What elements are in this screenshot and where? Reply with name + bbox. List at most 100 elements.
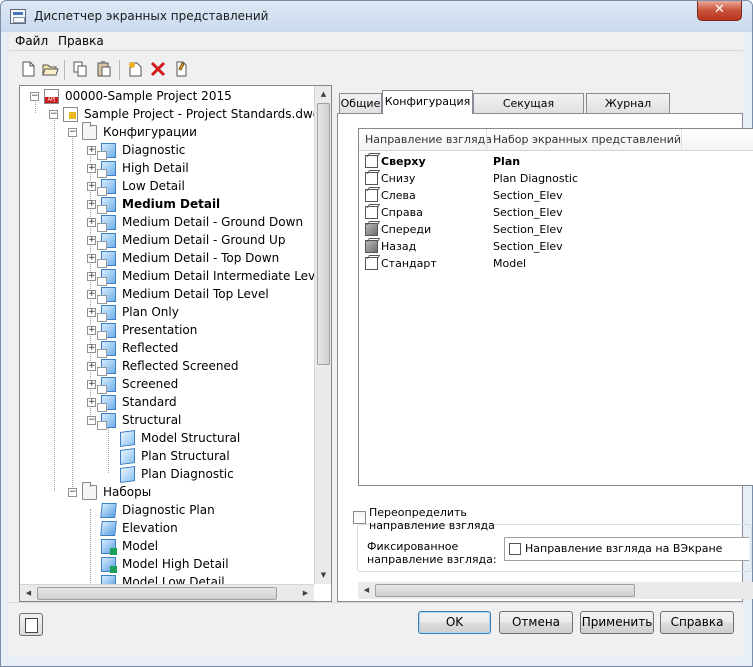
tree-config-item[interactable]: + Medium Detail Intermediate Level [20,267,326,286]
panel-horizontal-scrollbar[interactable]: ◀ [358,582,753,599]
menu-file[interactable]: Файл [15,34,48,48]
tree-folder-configurations[interactable]: − Конфигурации [20,122,314,141]
list-row[interactable]: Спереди Section_Elev [359,221,753,238]
tree-set-item[interactable]: Model [20,537,314,555]
list-cell-direction: Стандарт [381,257,437,270]
tree-set-item[interactable]: Diagnostic Plan [20,501,314,519]
tree-item-label: High Detail [122,161,189,175]
list-row[interactable]: Назад Section_Elev [359,238,753,255]
expand-icon[interactable]: + [87,398,96,407]
new-item-icon[interactable] [126,60,144,78]
expand-icon[interactable]: + [87,362,96,371]
scroll-left-arrow-icon[interactable]: ◀ [358,582,375,599]
list-cell-direction: Сверху [381,155,426,168]
menu-edit[interactable]: Правка [58,34,104,48]
tree-config-item[interactable]: + Medium Detail [20,195,314,214]
close-button[interactable]: ✕ [697,1,742,21]
tree-config-item[interactable]: − Structural [20,411,314,430]
tree-config-item[interactable]: + Medium Detail - Ground Down [20,213,314,232]
expand-icon[interactable]: + [87,236,96,245]
paste-icon[interactable] [95,60,113,78]
new-icon[interactable] [19,60,37,78]
tree-config-item[interactable]: + Reflected Screened [20,357,314,376]
open-icon[interactable] [41,60,59,78]
collapse-icon[interactable]: − [87,416,96,425]
scroll-left-arrow-icon[interactable]: ◀ [20,585,37,601]
tree-horizontal-thumb[interactable] [37,587,277,600]
collapse-icon[interactable]: − [68,488,77,497]
tree-config-item[interactable]: + Low Detail [20,177,314,196]
expand-icon[interactable]: + [87,182,96,191]
button-bar: OK Отмена Применить Справка [9,602,743,657]
scroll-down-arrow-icon[interactable]: ▼ [315,567,331,584]
expand-icon[interactable]: + [87,326,96,335]
list-row[interactable]: Справа Section_Elev [359,204,753,221]
expand-icon[interactable]: + [87,290,96,299]
tree-folder-sets[interactable]: − Наборы [20,482,314,501]
tree-vertical-scrollbar[interactable]: ▲ ▼ [314,86,331,584]
tree-config-item[interactable]: + Presentation [20,321,314,340]
tab-version-history[interactable]: Журнал версий [586,93,670,129]
collapse-icon[interactable]: − [30,92,39,101]
expand-icon[interactable]: + [87,164,96,173]
tree-config-item[interactable]: + Screened [20,375,314,394]
override-checkbox[interactable] [353,511,366,524]
expand-icon[interactable]: + [87,200,96,209]
list-row[interactable]: Снизу Plan Diagnostic [359,170,753,187]
column-header-display-set[interactable]: Набор экранных представлений [493,133,681,146]
scroll-right-arrow-icon[interactable]: ▶ [297,585,314,601]
tree-vertical-thumb[interactable] [317,103,330,365]
fixed-direction-combo[interactable]: Направление взгляда на ВЭкране [504,537,749,561]
tree-set-item[interactable]: Elevation [20,519,314,537]
expand-icon[interactable]: + [87,344,96,353]
copy-icon[interactable] [71,60,89,78]
tree-config-item[interactable]: + Medium Detail - Top Down [20,249,314,268]
purge-icon[interactable] [172,60,190,78]
tree-config-item[interactable]: + Diagnostic [20,141,314,160]
project-icon [44,89,59,104]
fixed-direction-value: Направление взгляда на ВЭкране [525,542,723,555]
tree-config-view-item[interactable]: Model Structural [20,429,314,448]
tree-config-view-item[interactable]: Plan Diagnostic [20,465,314,484]
delete-icon[interactable] [149,60,167,78]
view-cube-icon [120,447,135,466]
display-tree[interactable]: −00000-Sample Project 2015−Sample Projec… [19,85,332,602]
apply-button[interactable]: Применить [580,611,654,634]
tree-item-label: Diagnostic Plan [122,503,215,517]
collapse-icon[interactable]: − [49,110,58,119]
collapse-icon[interactable]: − [68,128,77,137]
list-row[interactable]: Стандарт Model [359,255,753,272]
tree-config-item[interactable]: + Medium Detail - Ground Up [20,231,314,250]
expand-icon[interactable]: + [87,218,96,227]
cancel-button[interactable]: Отмена [499,611,573,634]
view-direction-list[interactable]: Направление взгляда Набор экранных предс… [358,128,753,486]
tree-set-item[interactable]: Model High Detail [20,555,314,573]
expand-icon[interactable]: + [87,254,96,263]
tree-config-item[interactable]: + High Detail [20,159,314,178]
ok-button[interactable]: OK [418,611,491,634]
tree-config-view-item[interactable]: Plan Structural [20,447,314,466]
tab-configuration[interactable]: Конфигурация [382,90,473,114]
expand-icon[interactable]: + [87,308,96,317]
tree-root-project[interactable]: − 00000-Sample Project 2015 [20,87,314,105]
expand-icon[interactable]: + [87,272,96,281]
tab-cut-plane[interactable]: Секущая плоскость [473,93,584,129]
tree-horizontal-scrollbar[interactable]: ◀ ▶ [20,584,314,601]
tree-config-item[interactable]: + Plan Only [20,303,314,322]
scroll-up-arrow-icon[interactable]: ▲ [315,86,331,103]
override-checkbox-label: Переопределить направление взгляда [369,506,495,532]
tree-standards-drawing[interactable]: − Sample Project - Project Standards.dwg [20,105,320,123]
tree-config-item[interactable]: + Medium Detail Top Level [20,285,314,304]
drawing-icon [63,107,78,122]
help-button[interactable]: Справка [660,611,734,634]
tree-config-item[interactable]: + Reflected [20,339,314,358]
context-help-button[interactable] [19,613,43,636]
tab-general[interactable]: Общие [339,93,382,113]
list-row[interactable]: Слева Section_Elev [359,187,753,204]
expand-icon[interactable]: + [87,146,96,155]
column-header-direction[interactable]: Направление взгляда [365,133,492,146]
list-row[interactable]: Сверху Plan [359,153,753,170]
tree-config-item[interactable]: + Standard [20,393,314,412]
panel-horizontal-thumb[interactable] [375,584,635,597]
expand-icon[interactable]: + [87,380,96,389]
